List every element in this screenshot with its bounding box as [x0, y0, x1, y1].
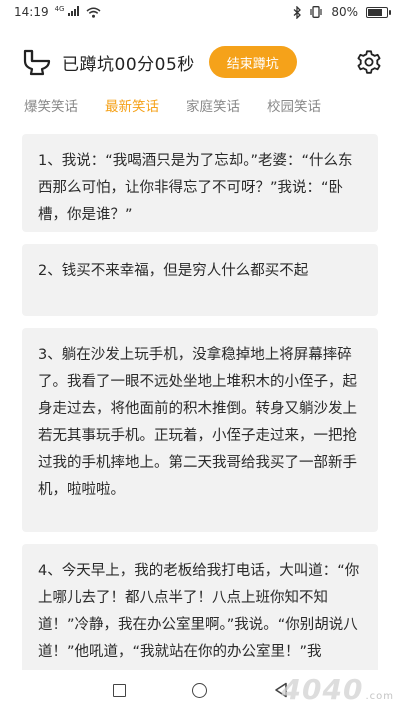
battery-icon [366, 6, 391, 18]
signal-text: 4G [54, 5, 65, 13]
status-bar: 14:19 4G 80% [0, 0, 400, 24]
signal-indicator: 4G [55, 5, 81, 19]
battery-fill [368, 8, 383, 16]
tab-school[interactable]: 校园笑话 [267, 95, 321, 115]
wifi-icon [86, 7, 101, 18]
end-session-button[interactable]: 结束蹲坑 [208, 46, 297, 78]
category-tabs: 爆笑笑话 最新笑话 家庭笑话 校园笑话 [0, 94, 400, 116]
joke-card[interactable]: 1、我说：“我喝酒只是为了忘却。”老婆：“什么东西那么可怕，让你非得忘了不可呀？… [22, 134, 378, 232]
recent-apps-icon[interactable] [111, 682, 127, 698]
signal-icon [68, 6, 80, 16]
battery-percent: 80% [331, 5, 358, 19]
home-circle [191, 682, 207, 698]
watermark-brand: 4040 [281, 673, 364, 706]
joke-text: 4、今天早上，我的老板给我打电话，大叫道：“你上哪儿去了！都八点半了！八点上班你… [38, 563, 360, 660]
vibrate-icon [310, 6, 322, 18]
status-time: 14:19 [14, 5, 49, 19]
status-left: 14:19 4G [14, 5, 101, 19]
joke-card[interactable]: 2、钱买不来幸福，但是穷人什么都买不起 [22, 244, 378, 316]
joke-list[interactable]: 1、我说：“我喝酒只是为了忘却。”老婆：“什么东西那么可怕，让你非得忘了不可呀？… [0, 122, 400, 670]
joke-card[interactable]: 3、躺在沙发上玩手机，没拿稳掉地上将屏幕摔碎了。我看了一眼不远处坐地上堆积木的小… [22, 328, 378, 532]
toilet-icon [23, 49, 51, 76]
home-icon[interactable] [191, 682, 207, 698]
joke-card[interactable]: 4、今天早上，我的老板给我打电话，大叫道：“你上哪儿去了！都八点半了！八点上班你… [22, 544, 378, 670]
tab-hilarious[interactable]: 爆笑笑话 [24, 95, 78, 115]
recent-apps-square [112, 683, 126, 697]
header: 已蹲坑00分05秒 结束蹲坑 [0, 42, 400, 82]
joke-text: 2、钱买不来幸福，但是穷人什么都买不起 [38, 263, 309, 279]
tab-latest[interactable]: 最新笑话 [105, 95, 159, 115]
bluetooth-icon [293, 5, 302, 19]
watermark-suffix: .com [365, 691, 394, 702]
gear-icon[interactable] [356, 49, 382, 75]
joke-text: 1、我说：“我喝酒只是为了忘却。”老婆：“什么东西那么可怕，让你非得忘了不可呀？… [38, 153, 353, 223]
navigation-bar: 4040 .com [0, 670, 400, 710]
joke-text: 3、躺在沙发上玩手机，没拿稳掉地上将屏幕摔碎了。我看了一眼不远处坐地上堆积木的小… [38, 347, 357, 498]
tab-family[interactable]: 家庭笑话 [186, 95, 240, 115]
status-right: 80% [293, 5, 391, 19]
timer-text: 已蹲坑00分05秒 [62, 54, 195, 75]
watermark-logo: 4040 .com [282, 673, 394, 706]
